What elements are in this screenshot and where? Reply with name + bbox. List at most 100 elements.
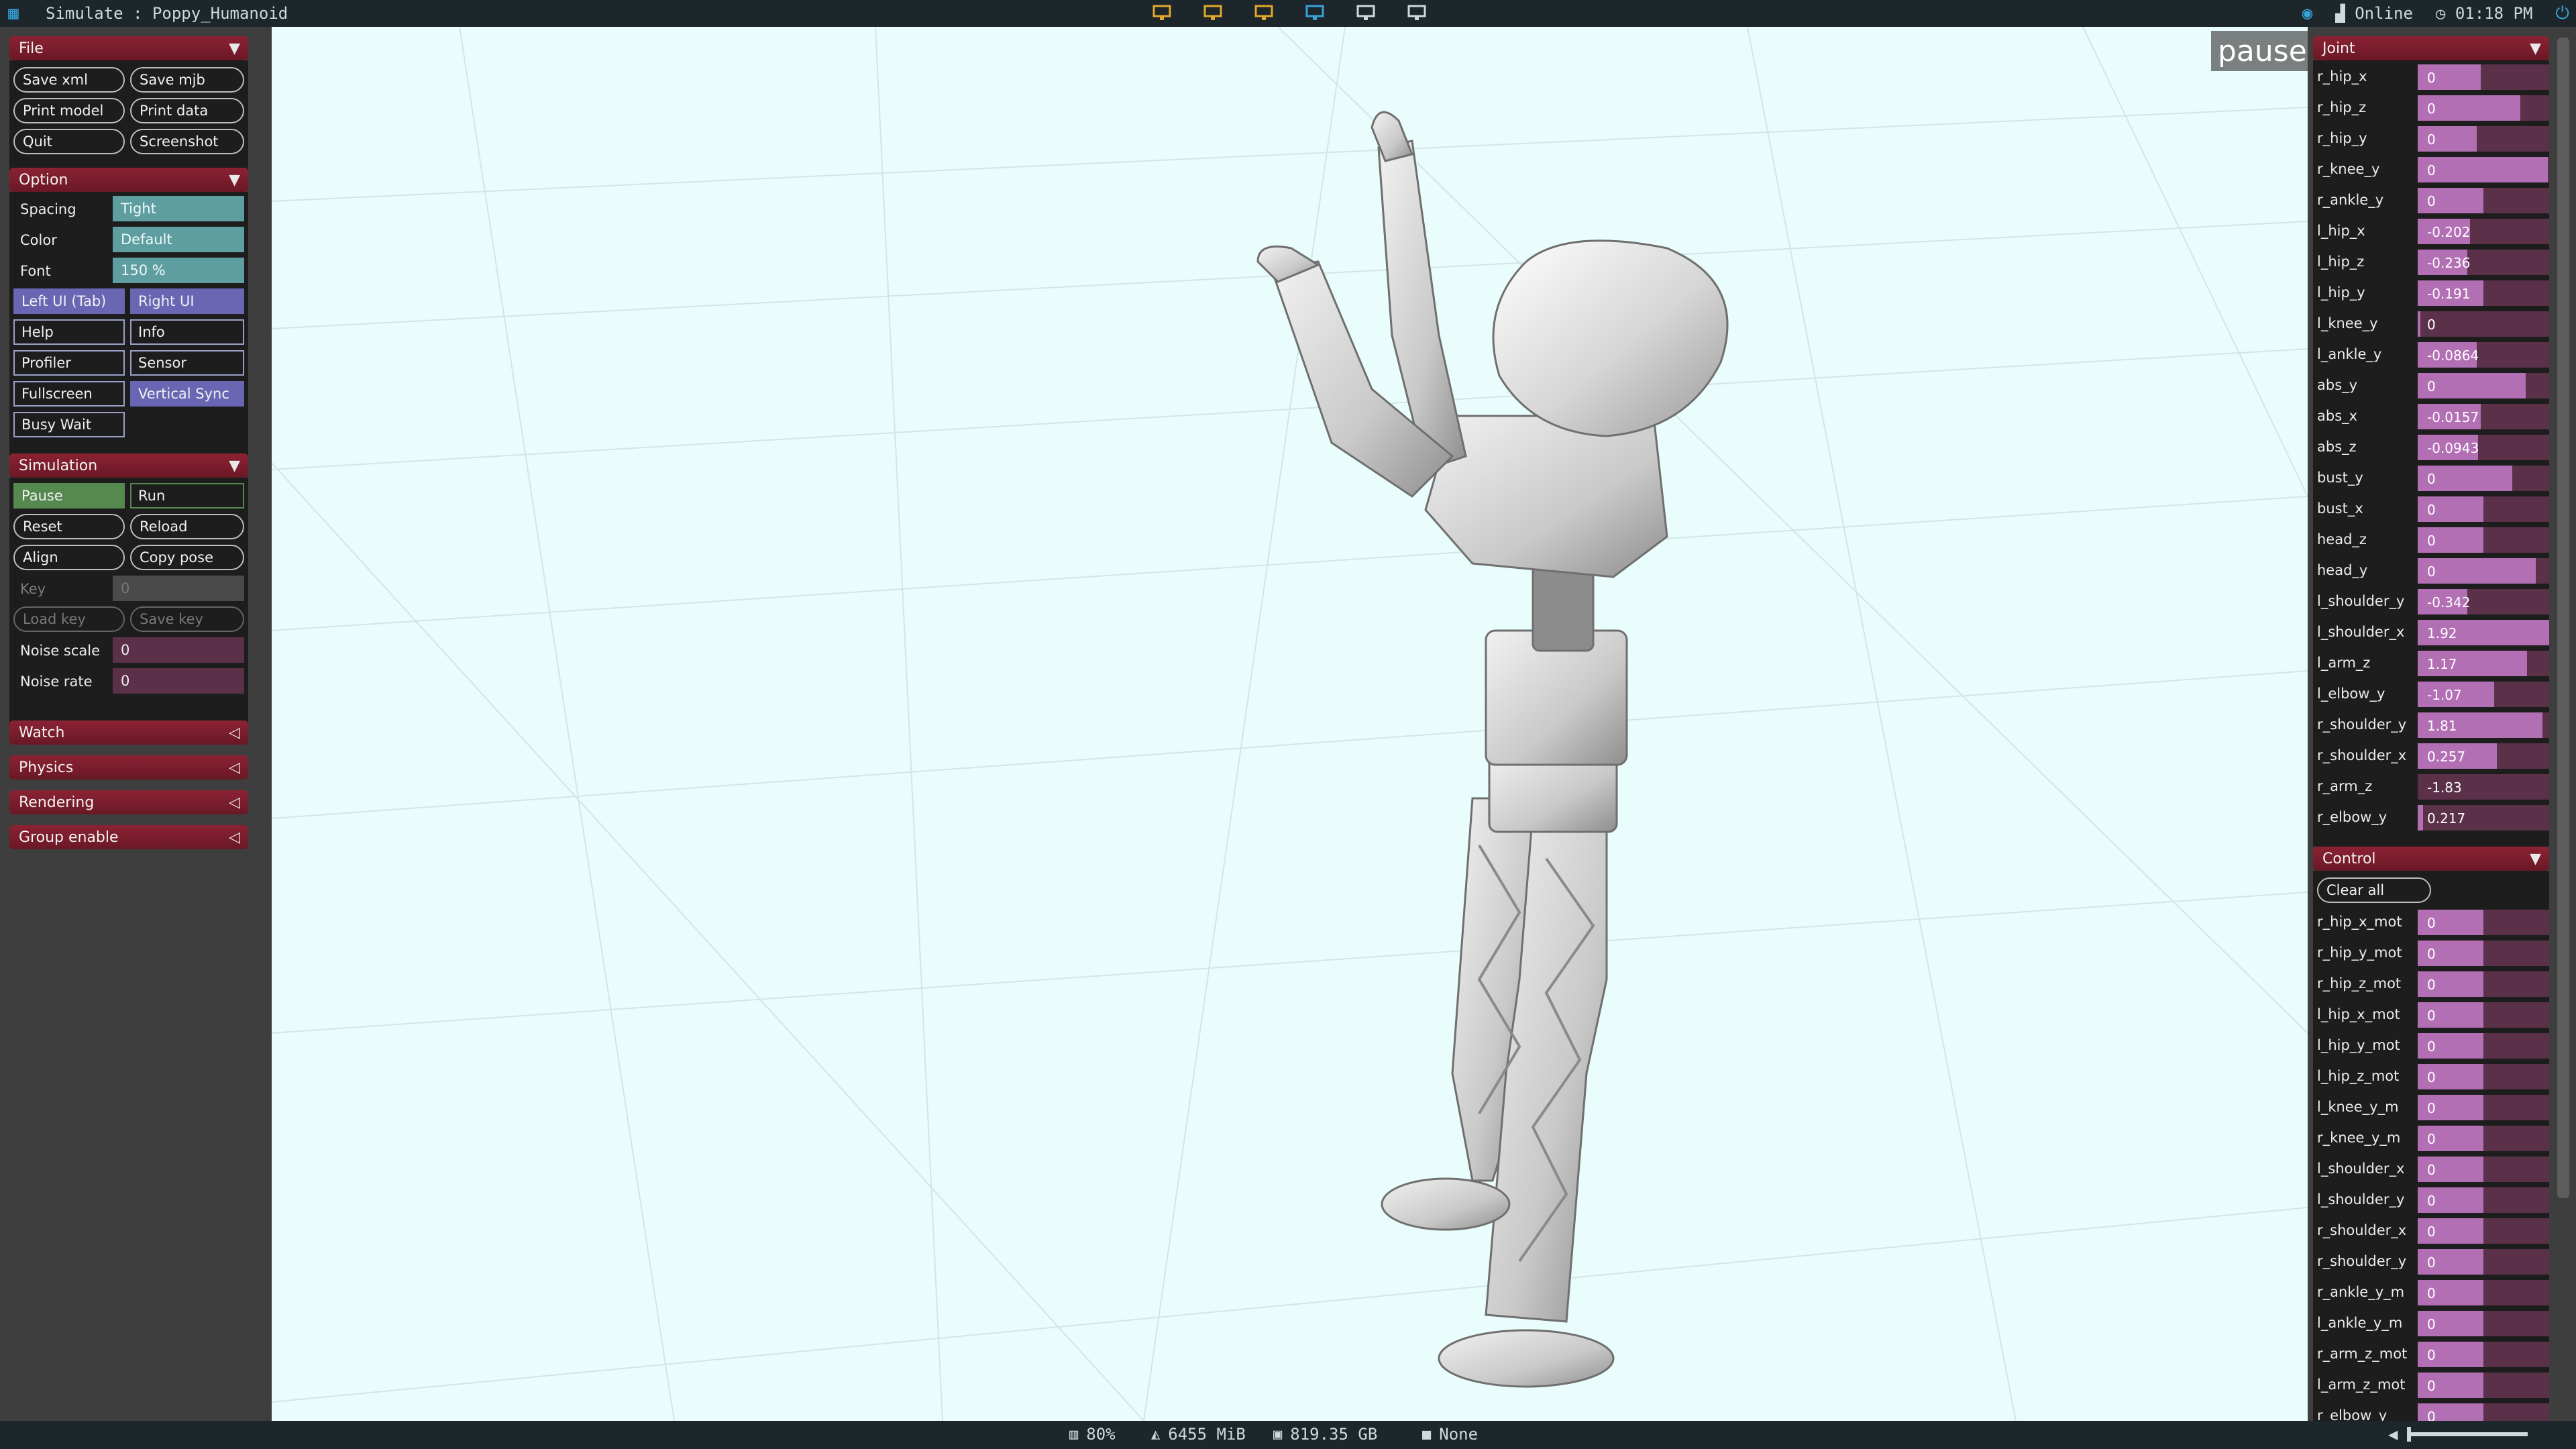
network-status[interactable]: ▟ Online (2335, 4, 2413, 23)
simulation-section-header[interactable]: Simulation ▼ (9, 453, 248, 478)
quit-button[interactable]: Quit (13, 129, 125, 154)
media-status[interactable]: ■ None (1422, 1425, 1478, 1444)
browser-icon[interactable]: ◉ (2302, 3, 2313, 23)
joint-slider[interactable]: 1.81 (2418, 712, 2549, 738)
joint-slider[interactable]: 0.217 (2418, 805, 2549, 830)
joint-slider[interactable]: 1.92 (2418, 620, 2549, 645)
clock[interactable]: ◷ 01:18 PM (2436, 4, 2533, 23)
font-select[interactable]: 150 % (113, 258, 244, 283)
left-ui-toggle[interactable]: Left UI (Tab) (13, 288, 125, 314)
control-slider[interactable]: 0 (2418, 1033, 2549, 1059)
control-slider[interactable]: 0 (2418, 1095, 2549, 1120)
joint-slider[interactable]: 0 (2418, 373, 2549, 398)
joint-slider[interactable]: -0.0864 (2418, 342, 2549, 368)
joint-slider[interactable]: -0.0943 (2418, 435, 2549, 460)
joint-slider[interactable]: -1.83 (2418, 774, 2549, 800)
info-toggle[interactable]: Info (130, 319, 244, 345)
group-enable-section-header[interactable]: Group enable ◁ (9, 825, 248, 849)
volume-slider[interactable] (2407, 1427, 2528, 1442)
copy-pose-button[interactable]: Copy pose (130, 545, 244, 570)
control-slider[interactable]: 0 (2418, 971, 2549, 997)
rendering-section-header[interactable]: Rendering ◁ (9, 790, 248, 814)
reload-button[interactable]: Reload (130, 514, 244, 539)
right-panel-scrollbar[interactable] (2557, 38, 2569, 1198)
fullscreen-toggle[interactable]: Fullscreen (13, 381, 125, 407)
reset-button[interactable]: Reset (13, 514, 125, 539)
busy-wait-toggle[interactable]: Busy Wait (13, 412, 125, 437)
control-slider[interactable]: 0 (2418, 1311, 2549, 1336)
print-model-button[interactable]: Print model (13, 98, 125, 123)
workspace-1-icon[interactable] (1151, 3, 1173, 23)
joint-slider[interactable]: -0.342 (2418, 589, 2549, 614)
joint-slider[interactable]: -0.202 (2418, 219, 2549, 244)
joint-slider[interactable]: -1.07 (2418, 682, 2549, 707)
spacing-select[interactable]: Tight (113, 196, 244, 221)
control-slider[interactable]: 0 (2418, 941, 2549, 966)
profiler-toggle[interactable]: Profiler (13, 350, 125, 376)
noise-rate-slider[interactable]: 0 (113, 668, 244, 694)
clear-all-button[interactable]: Clear all (2317, 877, 2431, 903)
sensor-toggle[interactable]: Sensor (130, 350, 244, 376)
screenshot-button[interactable]: Screenshot (130, 129, 244, 154)
joint-slider[interactable]: 0 (2418, 496, 2549, 522)
power-icon[interactable]: ⏻ (2555, 3, 2569, 24)
joint-slider[interactable]: 0 (2418, 157, 2549, 182)
disk-status[interactable]: ▣ 819.35 GB (1273, 1425, 1377, 1444)
joint-slider[interactable]: 0 (2418, 558, 2549, 584)
joint-slider[interactable]: -0.191 (2418, 280, 2549, 306)
save-mjb-button[interactable]: Save mjb (130, 67, 244, 93)
option-section-header[interactable]: Option ▼ (9, 168, 248, 192)
workspace-3-icon[interactable] (1253, 3, 1275, 23)
control-value: 0 (2427, 1162, 2436, 1178)
control-slider[interactable]: 0 (2418, 1126, 2549, 1151)
app-grid-icon[interactable]: ▦ (0, 0, 27, 27)
watch-section-header[interactable]: Watch ◁ (9, 720, 248, 745)
workspace-2-icon[interactable] (1202, 3, 1224, 23)
print-data-button[interactable]: Print data (130, 98, 244, 123)
joint-slider[interactable]: 0 (2418, 311, 2549, 337)
joint-slider[interactable]: 0 (2418, 64, 2549, 90)
joint-slider[interactable]: -0.0157 (2418, 404, 2549, 429)
right-ui-toggle[interactable]: Right UI (130, 288, 244, 314)
noise-scale-slider[interactable]: 0 (113, 637, 244, 663)
help-toggle[interactable]: Help (13, 319, 125, 345)
file-section-header[interactable]: File ▼ (9, 36, 248, 60)
joint-slider[interactable]: 0 (2418, 527, 2549, 553)
joint-slider[interactable]: 1.17 (2418, 651, 2549, 676)
workspace-6-icon[interactable] (1406, 3, 1428, 23)
joint-slider[interactable]: 0 (2418, 188, 2549, 213)
control-slider[interactable]: 0 (2418, 1157, 2549, 1182)
joint-slider[interactable]: 0 (2418, 466, 2549, 491)
control-slider[interactable]: 0 (2418, 1342, 2549, 1367)
cpu-status[interactable]: ▥ 80% (1069, 1425, 1116, 1444)
vertical-sync-toggle[interactable]: Vertical Sync (130, 381, 244, 407)
joint-slider[interactable]: -0.236 (2418, 250, 2549, 275)
control-value: 0 (2427, 1100, 2436, 1116)
volume-control[interactable]: ◀ (2388, 1425, 2528, 1444)
control-slider[interactable]: 0 (2418, 1373, 2549, 1398)
memory-status[interactable]: ◭ 6455 MiB (1151, 1425, 1246, 1444)
joint-slider[interactable]: 0 (2418, 95, 2549, 121)
align-button[interactable]: Align (13, 545, 125, 570)
control-slider[interactable]: 0 (2418, 1280, 2549, 1305)
physics-section-header[interactable]: Physics ◁ (9, 755, 248, 780)
volume-knob[interactable] (2407, 1427, 2412, 1442)
control-slider[interactable]: 0 (2418, 1187, 2549, 1213)
control-slider[interactable]: 0 (2418, 1218, 2549, 1244)
joint-section-header[interactable]: Joint ▼ (2313, 36, 2549, 60)
color-select[interactable]: Default (113, 227, 244, 252)
joint-slider[interactable]: 0 (2418, 126, 2549, 152)
control-slider[interactable]: 0 (2418, 1249, 2549, 1275)
control-slider[interactable]: 0 (2418, 1002, 2549, 1028)
control-section-header[interactable]: Control ▼ (2313, 847, 2549, 871)
3d-viewport[interactable]: pause (272, 27, 2308, 1421)
control-slider[interactable]: 0 (2418, 910, 2549, 935)
joint-slider[interactable]: 0.257 (2418, 743, 2549, 769)
run-radio[interactable]: Run (130, 483, 244, 508)
workspace-5-icon[interactable] (1355, 3, 1377, 23)
pause-radio[interactable]: Pause (13, 483, 125, 508)
control-slider[interactable]: 0 (2418, 1064, 2549, 1089)
joint-row: l_hip_y -0.191 (2310, 278, 2549, 309)
workspace-4-icon[interactable] (1304, 3, 1326, 23)
save-xml-button[interactable]: Save xml (13, 67, 125, 93)
